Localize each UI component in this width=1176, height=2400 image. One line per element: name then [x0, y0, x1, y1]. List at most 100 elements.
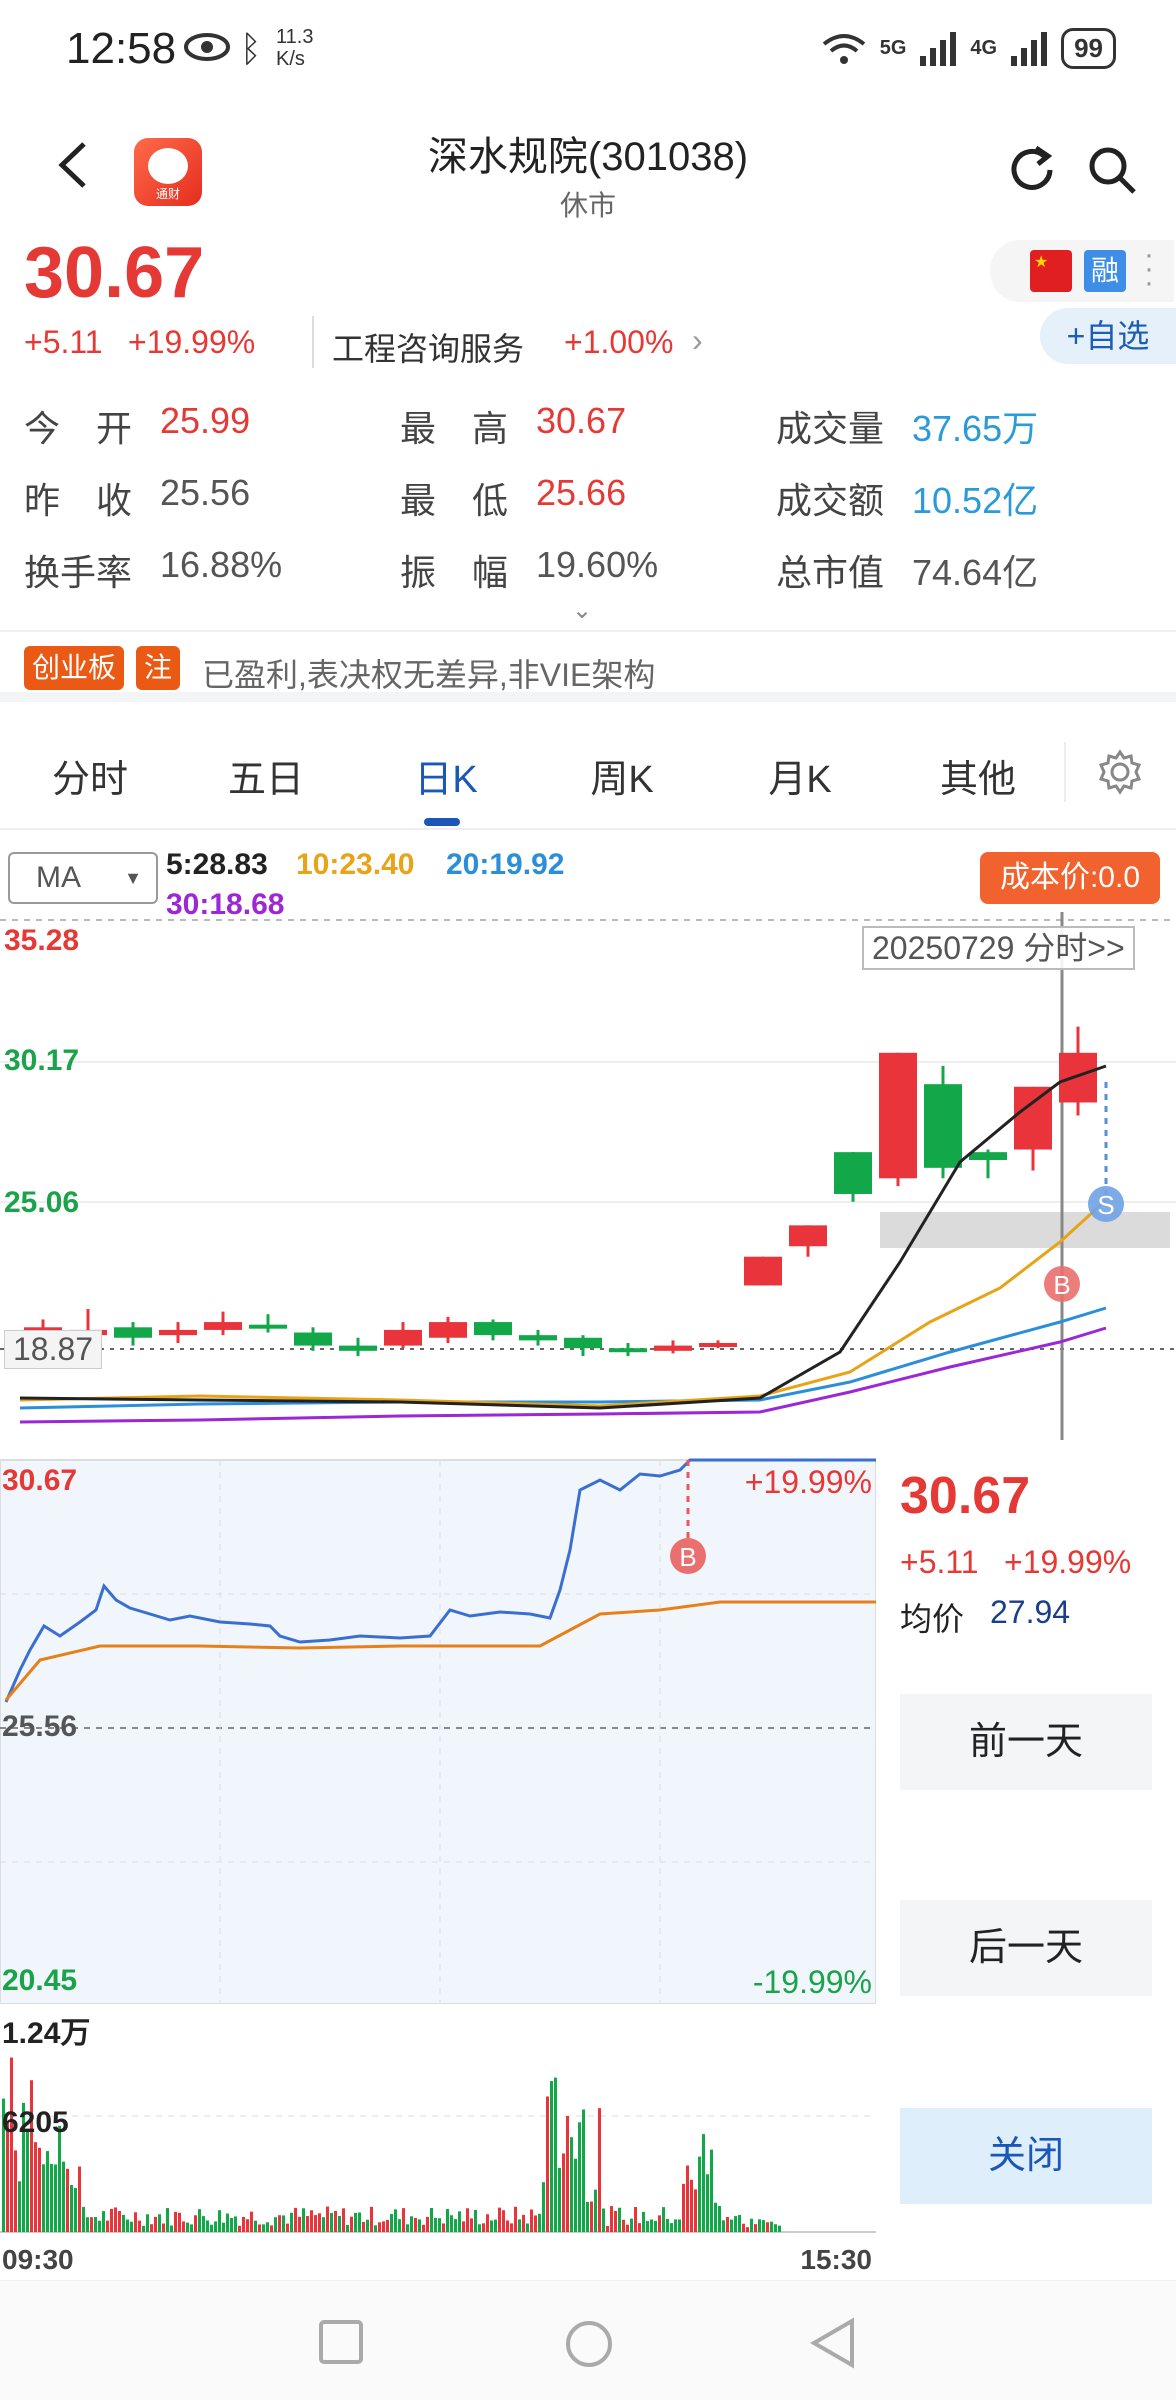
refresh-icon[interactable] — [1006, 144, 1058, 196]
close-button[interactable]: 关闭 — [900, 2108, 1152, 2204]
nav-bar — [0, 2280, 1176, 2400]
amount-label: 成交额 — [776, 480, 885, 521]
volume-bar — [282, 2215, 285, 2232]
volume-bar — [730, 2219, 733, 2232]
volume-bar — [390, 2214, 393, 2232]
volume-bar — [322, 2217, 325, 2232]
volume-bar — [274, 2217, 277, 2232]
note-badge: 注 — [136, 646, 181, 690]
volume-bar — [626, 2224, 629, 2232]
panel-change: +5.11 — [900, 1544, 979, 1580]
volume-bar — [746, 2227, 749, 2232]
high-label: 最 高 — [400, 408, 509, 449]
search-icon[interactable] — [1086, 144, 1138, 196]
header: 通财 深水规院(301038) 休市 — [0, 100, 1176, 230]
volume-mid: 6205 — [2, 2106, 69, 2139]
prev-close-label: 昨 收 — [24, 480, 133, 521]
volume-bar — [718, 2205, 721, 2232]
candle-body — [699, 1342, 737, 1347]
volume-bar — [270, 2225, 273, 2232]
status-icons: 5G 4G 99 — [822, 28, 1116, 69]
panel-change-pct: +19.99% — [1004, 1544, 1132, 1580]
ma5-value: 5:28.83 — [166, 848, 268, 881]
gear-icon[interactable] — [1096, 748, 1144, 796]
tab-other[interactable]: 其他 — [898, 748, 1058, 803]
more-icon[interactable]: · · · — [1144, 240, 1154, 298]
sector-pct[interactable]: +1.00% — [564, 324, 673, 361]
volume-bar — [198, 2209, 201, 2232]
tab-five-day[interactable]: 五日 — [186, 748, 346, 803]
volume-bar — [214, 2221, 217, 2232]
home-icon[interactable] — [564, 2319, 614, 2374]
ma-select[interactable]: MA ▼ — [8, 852, 158, 904]
chevron-right-icon[interactable]: › — [692, 322, 703, 359]
next-day-button[interactable]: 后一天 — [900, 1900, 1152, 1996]
intraday-pct-top: +19.99% — [744, 1464, 872, 1500]
volume-bar — [398, 2219, 401, 2232]
volume-bar — [570, 2137, 573, 2232]
volume-bar — [766, 2222, 769, 2232]
volume-bar — [674, 2219, 677, 2232]
volume-bar — [666, 2218, 669, 2232]
volume-bar — [118, 2211, 121, 2232]
signal-icon — [920, 31, 957, 66]
recent-apps-icon[interactable] — [318, 2319, 364, 2370]
candle-body — [879, 1052, 917, 1179]
volume-bar — [50, 2163, 53, 2232]
volume-bar — [42, 2164, 45, 2232]
candle-body — [1014, 1086, 1052, 1150]
volume-bar — [206, 2220, 209, 2232]
volume-bar — [134, 2212, 137, 2232]
volume-bar — [314, 2215, 317, 2232]
prev-day-button[interactable]: 前一天 — [900, 1694, 1152, 1790]
volume-bar — [618, 2207, 621, 2232]
kline-chart[interactable]: S B 35.28 30.17 25.06 18.87 20250729 分时>… — [0, 912, 1176, 1440]
volume-bar — [678, 2219, 681, 2232]
back-nav-icon[interactable] — [808, 2317, 858, 2374]
volume-svg — [0, 2057, 876, 2233]
volume-bar — [362, 2221, 365, 2232]
5g-label: 5G — [879, 37, 907, 59]
high-value: 30.67 — [536, 400, 627, 441]
volume-bar — [54, 2164, 57, 2232]
volume-bar — [682, 2183, 685, 2232]
volume-bar — [146, 2214, 149, 2232]
stock-title: 深水规院(301038) — [427, 135, 749, 179]
intraday-date-button[interactable]: 20250729 分时>> — [862, 926, 1135, 970]
volume-bar — [462, 2221, 465, 2232]
volume-bar — [490, 2220, 493, 2232]
divider — [312, 316, 314, 368]
kline-y-low: 25.06 — [4, 1186, 80, 1219]
candle-body — [924, 1084, 962, 1168]
volume-bar — [14, 2150, 17, 2232]
volume-bar — [650, 2219, 653, 2232]
tab-daily-k[interactable]: 日K — [366, 748, 526, 803]
volume-bar — [542, 2182, 545, 2232]
volume-bar — [562, 2153, 565, 2232]
volume-bar — [222, 2222, 225, 2232]
volume-bar — [598, 2108, 601, 2232]
amount-value: 10.52亿 — [912, 480, 1039, 521]
sector-name[interactable]: 工程咨询服务 — [332, 324, 524, 370]
volume-bar — [98, 2220, 101, 2232]
chevron-down-icon[interactable]: ⌄ — [572, 596, 592, 625]
volume-label: 成交量 — [776, 408, 885, 449]
volume-bar — [506, 2220, 509, 2232]
intraday-chart[interactable]: B 30.67 25.56 20.45 +19.99% -19.99% — [0, 1450, 877, 2005]
add-watchlist-button[interactable]: +自选 — [1040, 308, 1176, 364]
tab-intraday[interactable]: 分时 — [10, 748, 170, 803]
volume-bar — [254, 2220, 257, 2232]
volume-bar — [738, 2215, 741, 2232]
volume-bar — [594, 2189, 597, 2232]
volume-bar — [382, 2221, 385, 2232]
tab-weekly-k[interactable]: 周K — [542, 748, 702, 803]
volume-bar — [66, 2168, 69, 2232]
volume-bar — [558, 2167, 561, 2232]
volume-bar — [422, 2224, 425, 2232]
cost-price-button[interactable]: 成本价:0.0 — [980, 852, 1160, 904]
candle-body — [429, 1322, 467, 1338]
price-change: +5.11 — [24, 324, 103, 360]
prev-close-value: 25.56 — [160, 472, 251, 513]
candle-body — [609, 1348, 647, 1353]
tab-monthly-k[interactable]: 月K — [720, 748, 880, 803]
